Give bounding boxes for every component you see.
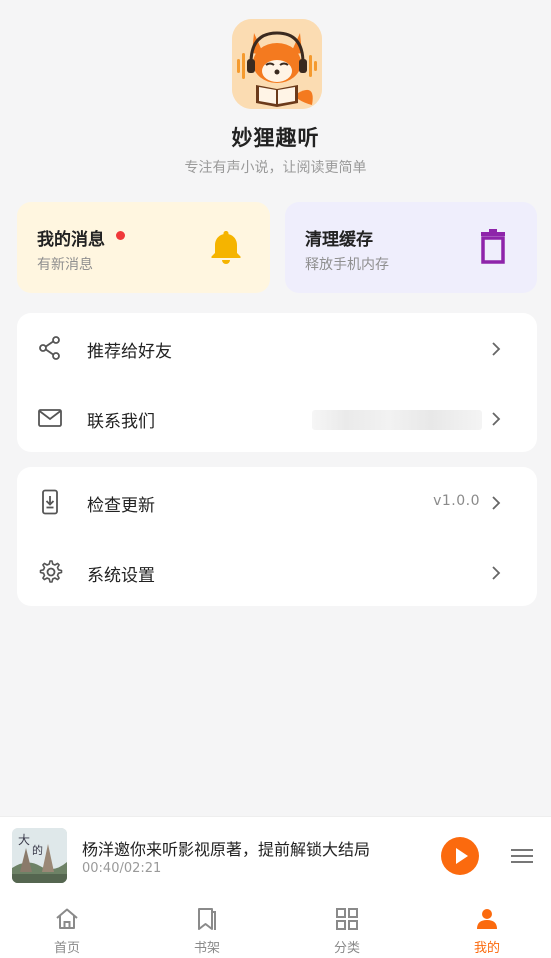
- trash-icon: [475, 228, 511, 266]
- tab-mine[interactable]: 我的: [447, 893, 527, 958]
- bottom-tab-bar: 首页 书架 分类 我的: [0, 893, 551, 958]
- gear-icon: [37, 559, 63, 585]
- track-title: 杨洋邀你来听影视原著，提前解锁大结局: [82, 840, 371, 859]
- grid-icon: [334, 906, 360, 932]
- my-messages-subtitle: 有新消息: [37, 257, 93, 273]
- mini-player[interactable]: 大 的 杨洋邀你来听影视原著，提前解锁大结局 00:40/02:21: [0, 816, 551, 893]
- chevron-right-icon: [491, 495, 501, 510]
- menu-item-check-update[interactable]: 检查更新 v1.0.0: [17, 467, 537, 536]
- chevron-right-icon: [491, 341, 501, 356]
- play-button[interactable]: [441, 837, 479, 875]
- svg-text:的: 的: [32, 843, 43, 857]
- svg-text:大: 大: [18, 833, 30, 847]
- book-cover: 大 的: [12, 828, 67, 883]
- tab-label: 分类: [333, 941, 360, 956]
- app-name: 妙狸趣听: [231, 126, 320, 150]
- home-icon: [54, 906, 80, 932]
- play-icon: [456, 848, 468, 864]
- tab-category[interactable]: 分类: [307, 893, 387, 958]
- chevron-right-icon: [491, 411, 501, 426]
- clear-cache-subtitle: 释放手机内存: [305, 257, 389, 273]
- menu-item-label: 系统设置: [87, 566, 155, 586]
- tab-label: 首页: [53, 941, 80, 956]
- bell-icon: [208, 228, 244, 266]
- menu-item-label: 联系我们: [87, 412, 155, 432]
- app-slogan: 专注有声小说，让阅读更简单: [184, 160, 367, 176]
- menu-item-label: 检查更新: [87, 496, 155, 516]
- playlist-button[interactable]: [510, 847, 534, 865]
- clear-cache-title: 清理缓存: [305, 230, 373, 250]
- version-value: v1.0.0: [433, 493, 480, 509]
- my-messages-title: 我的消息: [37, 230, 105, 250]
- download-phone-icon: [37, 489, 63, 515]
- track-time: 00:40/02:21: [82, 861, 162, 876]
- menu-item-label: 推荐给好友: [87, 342, 172, 362]
- clear-cache-card[interactable]: 清理缓存 释放手机内存: [285, 202, 537, 293]
- my-messages-card[interactable]: 我的消息 有新消息: [17, 202, 270, 293]
- menu-group-system: 检查更新 v1.0.0 系统设置: [17, 467, 537, 606]
- app-logo: [232, 19, 322, 109]
- tab-bookshelf[interactable]: 书架: [167, 893, 247, 958]
- mail-icon: [37, 405, 63, 431]
- menu-item-settings[interactable]: 系统设置: [17, 537, 537, 606]
- profile-header: 妙狸趣听 专注有声小说，让阅读更简单: [0, 0, 551, 190]
- tab-label: 我的: [473, 941, 500, 956]
- tab-label: 书架: [193, 941, 220, 956]
- menu-icon: [511, 849, 533, 863]
- unread-dot: [116, 231, 125, 240]
- person-icon: [474, 906, 500, 932]
- chevron-right-icon: [491, 565, 501, 580]
- tab-home[interactable]: 首页: [27, 893, 107, 958]
- menu-item-share[interactable]: 推荐给好友: [17, 313, 537, 382]
- contact-info-redacted: [312, 410, 482, 430]
- bookmark-icon: [194, 906, 220, 932]
- share-icon: [37, 335, 63, 361]
- menu-item-contact[interactable]: 联系我们: [17, 383, 537, 452]
- menu-group-social: 推荐给好友 联系我们: [17, 313, 537, 452]
